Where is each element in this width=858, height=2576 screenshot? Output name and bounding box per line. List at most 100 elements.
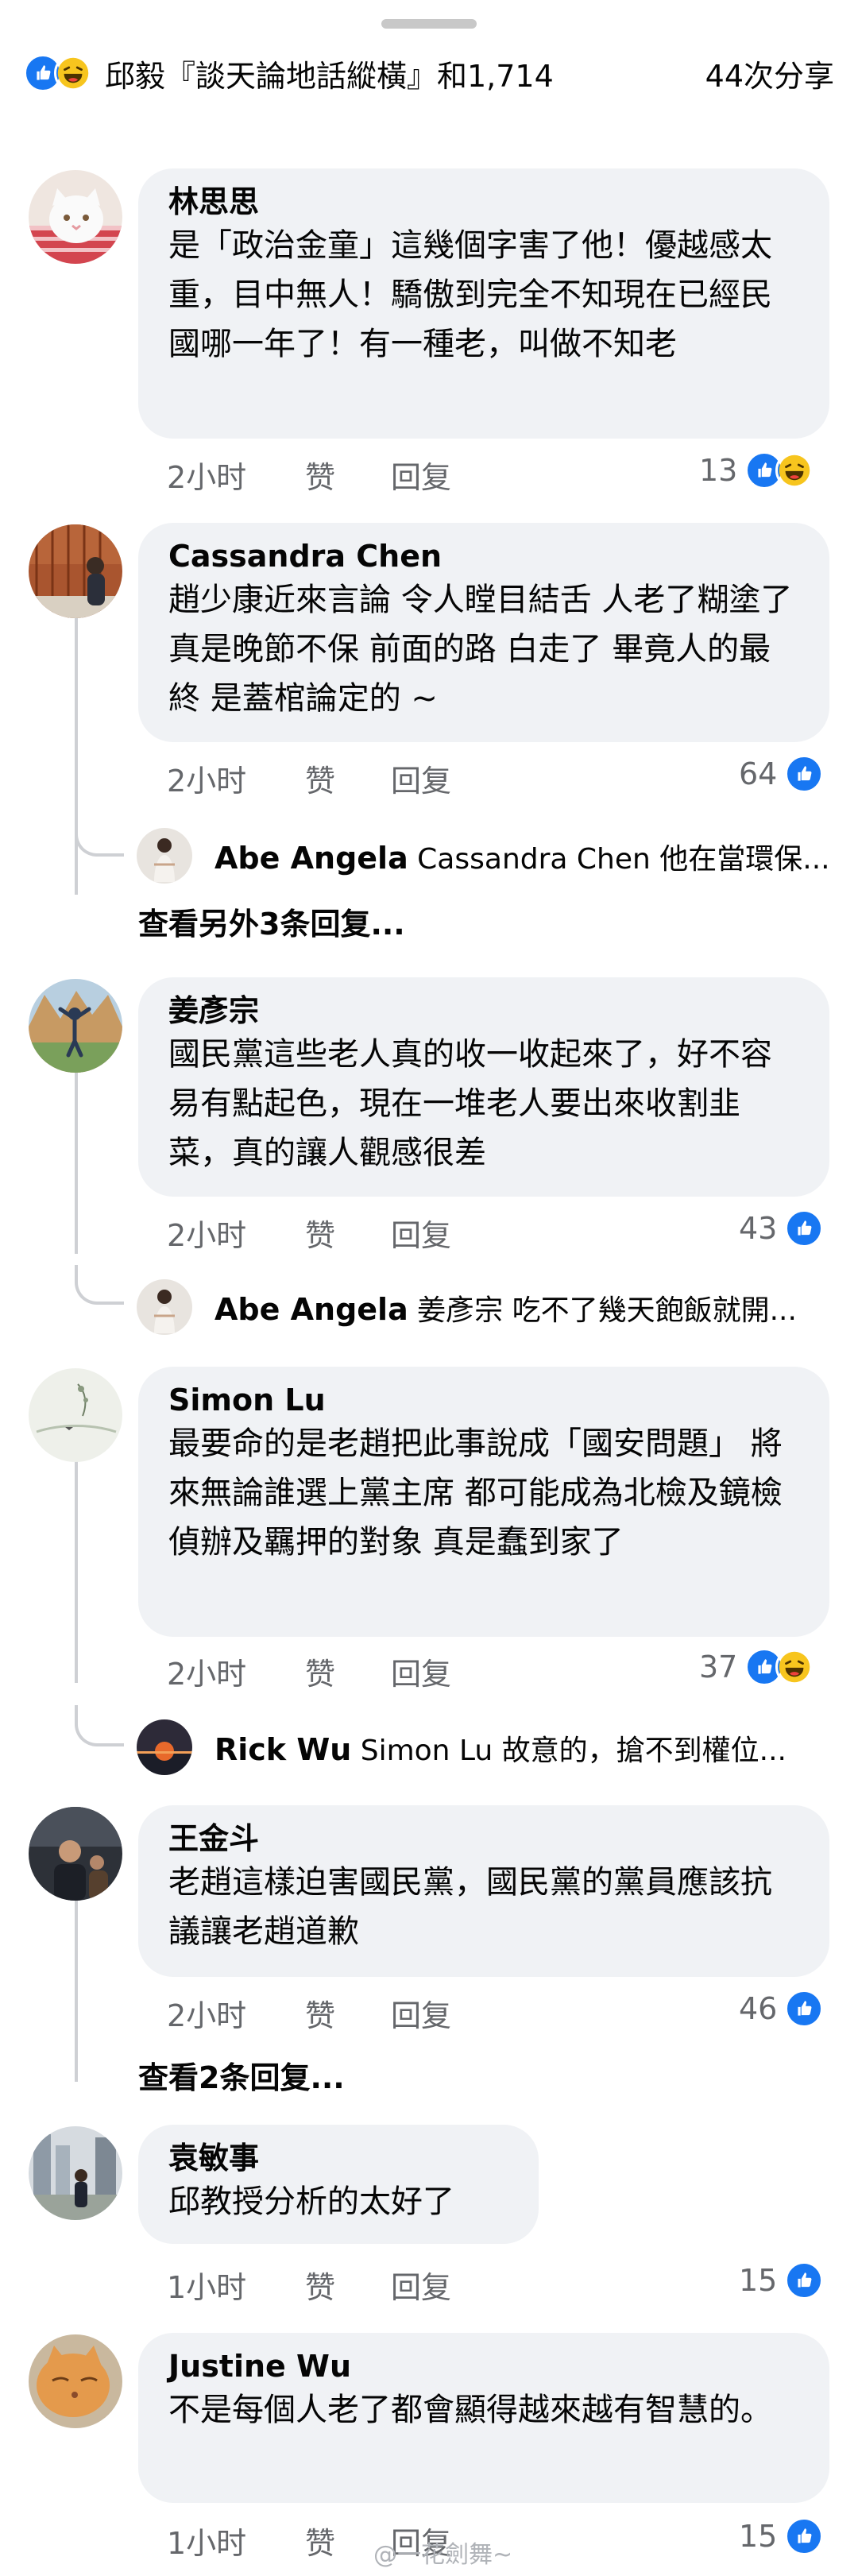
- haha-icon: [54, 54, 92, 92]
- reply-button[interactable]: 回复: [391, 756, 451, 800]
- comment-actions: 2小时 赞 回复: [167, 453, 564, 495]
- reply-button[interactable]: 回复: [391, 1991, 451, 2035]
- comment-text: 趙少康近來言論 令人瞠目結舌 人老了糊塗了 真是晚節不保 前面的路 白走了 畢竟…: [168, 582, 793, 717]
- comment-actions: 2小时 赞 回复: [167, 1211, 564, 1253]
- comment-text: 國民黨這些老人真的收一收起來了，好不容易有點起色，現在一堆老人要出來收割韭菜，真…: [168, 1036, 772, 1171]
- reply-text: Cassandra Chen 他在當環保...: [417, 843, 830, 876]
- haha-icon: [775, 1648, 814, 1686]
- thread-line: [75, 1071, 78, 1254]
- reaction-count[interactable]: 13: [699, 450, 814, 491]
- reaction-count[interactable]: 15: [739, 2260, 824, 2301]
- comment-text: 老趙這樣迫害國民黨，國民黨的黨員應該抗議讓老趙道歉: [168, 1864, 772, 1950]
- comment-time[interactable]: 1小时: [167, 2263, 246, 2307]
- reply-text: 姜彥宗 吃不了幾天飽飯就開...: [417, 1294, 797, 1327]
- reply-connector: [75, 817, 124, 857]
- reaction-count-number: 13: [699, 453, 738, 488]
- reply-button[interactable]: 回复: [391, 1650, 451, 1693]
- reaction-count-number: 43: [739, 1211, 778, 1246]
- like-button[interactable]: 赞: [305, 2263, 335, 2307]
- like-icon: [785, 2517, 824, 2555]
- reaction-summary-bar[interactable]: 邱毅『談天論地話縱橫』和1,714 44次分享: [24, 49, 834, 97]
- comment-author[interactable]: Cassandra Chen: [168, 537, 799, 575]
- comment-author[interactable]: Justine Wu: [168, 2347, 799, 2385]
- watermark: @一花劍舞~: [373, 2541, 513, 2569]
- like-button[interactable]: 赞: [305, 453, 335, 497]
- comment-time[interactable]: 2小时: [167, 453, 246, 497]
- share-count[interactable]: 44次分享: [705, 52, 834, 95]
- like-icon: [785, 755, 824, 793]
- comment-author[interactable]: 姜彥宗: [168, 992, 799, 1030]
- reaction-count[interactable]: 15: [739, 2516, 824, 2557]
- avatar[interactable]: [29, 1807, 122, 1901]
- like-button[interactable]: 赞: [305, 1650, 335, 1693]
- reply-connector: [75, 1265, 124, 1305]
- comment-bubble[interactable]: Simon Lu 最要命的是老趙把此事說成「國安問題」 將來無論誰選上黨主席 都…: [138, 1367, 829, 1637]
- avatar[interactable]: [29, 170, 122, 264]
- haha-icon: [775, 451, 814, 489]
- comment-bubble[interactable]: 王金斗 老趙這樣迫害國民黨，國民黨的黨員應該抗議讓老趙道歉: [138, 1805, 829, 1977]
- like-button[interactable]: 赞: [305, 1211, 335, 1255]
- comment-bubble[interactable]: 林思思 是「政治金童」這幾個字害了他！優越感太重，目中無人！驕傲到完全不知現在已…: [138, 168, 829, 439]
- avatar[interactable]: [137, 828, 192, 884]
- comment-bubble[interactable]: Cassandra Chen 趙少康近來言論 令人瞠目結舌 人老了糊塗了 真是晚…: [138, 523, 829, 742]
- reply-preview[interactable]: Abe Angela 姜彥宗 吃不了幾天飽飯就開...: [214, 1287, 831, 1329]
- comment-author[interactable]: Simon Lu: [168, 1381, 799, 1419]
- avatar[interactable]: [29, 2334, 122, 2428]
- reply-button[interactable]: 回复: [391, 2263, 451, 2307]
- reply-author[interactable]: Rick Wu: [214, 1732, 351, 1767]
- avatar[interactable]: [137, 1279, 192, 1335]
- drag-handle[interactable]: [381, 19, 477, 29]
- reply-author[interactable]: Abe Angela: [214, 841, 408, 876]
- like-button[interactable]: 赞: [305, 1991, 335, 2035]
- reaction-count-number: 37: [699, 1650, 738, 1684]
- reaction-count[interactable]: 46: [739, 1988, 824, 2029]
- like-button[interactable]: 赞: [305, 2519, 335, 2562]
- like-button[interactable]: 赞: [305, 756, 335, 800]
- comment-actions: 2小时 赞 回复: [167, 1650, 564, 1692]
- reply-preview[interactable]: Rick Wu Simon Lu 故意的，搶不到權位...: [214, 1727, 831, 1769]
- thread-line: [75, 617, 78, 895]
- comment-bubble[interactable]: 姜彥宗 國民黨這些老人真的收一收起來了，好不容易有點起色，現在一堆老人要出來收割…: [138, 977, 829, 1197]
- comment-author[interactable]: 林思思: [168, 183, 799, 221]
- reply-text: Simon Lu 故意的，搶不到權位...: [360, 1735, 786, 1767]
- reaction-count[interactable]: 37: [699, 1646, 814, 1688]
- like-icon: [785, 2261, 824, 2299]
- comment-text: 不是每個人老了都會顯得越來越有智慧的。: [168, 2392, 772, 2428]
- reply-connector: [75, 2052, 124, 2079]
- reply-author[interactable]: Abe Angela: [214, 1292, 408, 1327]
- view-more-replies-link[interactable]: 查看另外3条回复...: [138, 899, 405, 943]
- avatar[interactable]: [29, 1368, 122, 1462]
- reply-button[interactable]: 回复: [391, 1211, 451, 1255]
- thread-line: [75, 1460, 78, 1683]
- reply-button[interactable]: 回复: [391, 453, 451, 497]
- comment-text: 邱教授分析的太好了: [168, 2183, 454, 2220]
- comment-text: 最要命的是老趙把此事說成「國安問題」 將來無論誰選上黨主席 都可能成為北檢及鏡檢…: [168, 1425, 783, 1561]
- comment-time[interactable]: 2小时: [167, 1650, 246, 1693]
- reaction-count[interactable]: 64: [739, 753, 824, 795]
- comment-text: 是「政治金童」這幾個字害了他！優越感太重，目中無人！驕傲到完全不知現在已經民國哪…: [168, 227, 772, 362]
- comment-bubble[interactable]: Justine Wu 不是每個人老了都會顯得越來越有智慧的。: [138, 2333, 829, 2503]
- reaction-summary-text[interactable]: 邱毅『談天論地話縱橫』和1,714: [105, 52, 554, 95]
- comment-bubble[interactable]: 袁敏事 邱教授分析的太好了: [138, 2125, 539, 2244]
- avatar[interactable]: [29, 2126, 122, 2220]
- comment-actions: 1小时 赞 回复: [167, 2263, 564, 2305]
- avatar[interactable]: [29, 979, 122, 1073]
- reaction-count-number: 64: [739, 756, 778, 791]
- like-icon: [785, 1209, 824, 1247]
- reaction-count-number: 46: [739, 1991, 778, 2026]
- avatar[interactable]: [29, 524, 122, 618]
- reaction-count-number: 15: [739, 2263, 778, 2298]
- comment-author[interactable]: 王金斗: [168, 1820, 799, 1858]
- like-icon: [785, 1990, 824, 2028]
- reaction-count[interactable]: 43: [739, 1208, 824, 1249]
- comment-author[interactable]: 袁敏事: [168, 2139, 508, 2177]
- comment-actions: 2小时 赞 回复: [167, 756, 564, 799]
- reply-preview[interactable]: Abe Angela Cassandra Chen 他在當環保...: [214, 836, 831, 877]
- avatar[interactable]: [137, 1719, 192, 1775]
- comment-actions: 2小时 赞 回复: [167, 1991, 564, 2033]
- comment-time[interactable]: 1小时: [167, 2519, 246, 2562]
- comment-time[interactable]: 2小时: [167, 756, 246, 800]
- view-more-replies-link[interactable]: 查看2条回复...: [138, 2053, 345, 2097]
- comment-time[interactable]: 2小时: [167, 1211, 246, 1255]
- comment-time[interactable]: 2小时: [167, 1991, 246, 2035]
